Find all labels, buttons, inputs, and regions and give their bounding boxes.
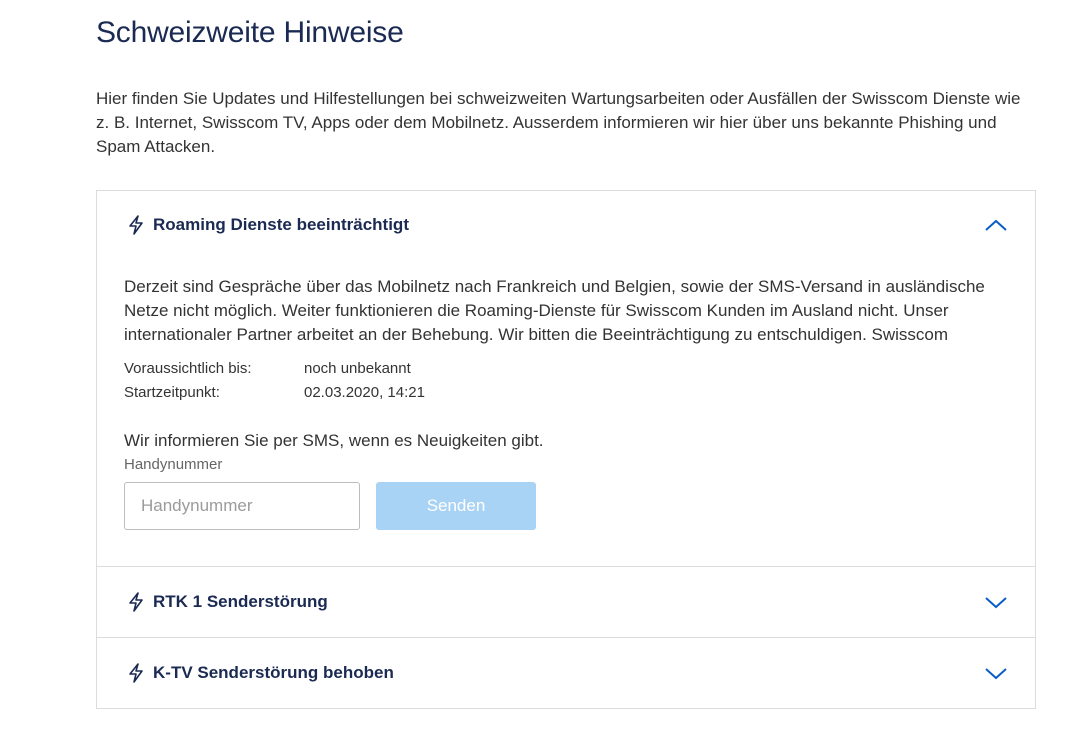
sms-note: Wir informieren Sie per SMS, wenn es Neu… xyxy=(124,431,544,450)
send-button[interactable]: Senden xyxy=(376,482,536,530)
info-row-expected: Voraussichtlich bis: noch unbekannt xyxy=(124,357,1008,381)
lightning-icon xyxy=(128,592,144,612)
expected-value: noch unbekannt xyxy=(304,360,411,377)
lightning-icon xyxy=(128,215,144,235)
incident-accordion: Roaming Dienste beeinträchtigt Derzeit s… xyxy=(96,190,1036,709)
accordion-title: Roaming Dienste beeinträchtigt xyxy=(153,215,409,234)
intro-text: Hier finden Sie Updates und Hilfestellun… xyxy=(96,89,1021,156)
accordion-item-ktv: K-TV Senderstörung behoben xyxy=(97,637,1035,708)
accordion-header-rtk1[interactable]: RTK 1 Senderstörung xyxy=(97,567,1035,637)
expected-label: Voraussichtlich bis: xyxy=(124,360,252,377)
accordion-body-roaming: Derzeit sind Gespräche über das Mobilnet… xyxy=(97,259,1035,566)
start-value: 02.03.2020, 14:21 xyxy=(304,384,425,401)
incident-description: Derzeit sind Gespräche über das Mobilnet… xyxy=(124,277,985,344)
lightning-icon xyxy=(128,663,144,683)
chevron-up-icon[interactable] xyxy=(985,218,1007,232)
accordion-title: K-TV Senderstörung behoben xyxy=(153,663,394,682)
accordion-header-ktv[interactable]: K-TV Senderstörung behoben xyxy=(97,638,1035,708)
accordion-title: RTK 1 Senderstörung xyxy=(153,592,328,611)
phone-number-input[interactable] xyxy=(124,482,360,530)
page-title: Schweizweite Hinweise xyxy=(96,16,404,49)
start-label: Startzeitpunkt: xyxy=(124,384,220,401)
info-row-start: Startzeitpunkt: 02.03.2020, 14:21 xyxy=(124,381,1008,405)
accordion-item-rtk1: RTK 1 Senderstörung xyxy=(97,566,1035,637)
chevron-down-icon[interactable] xyxy=(985,595,1007,609)
accordion-header-roaming[interactable]: Roaming Dienste beeinträchtigt xyxy=(97,191,1035,259)
phone-field-label: Handynummer xyxy=(124,456,223,473)
sms-form: Senden xyxy=(124,482,1008,530)
accordion-item-roaming: Roaming Dienste beeinträchtigt Derzeit s… xyxy=(97,191,1035,566)
chevron-down-icon[interactable] xyxy=(985,666,1007,680)
